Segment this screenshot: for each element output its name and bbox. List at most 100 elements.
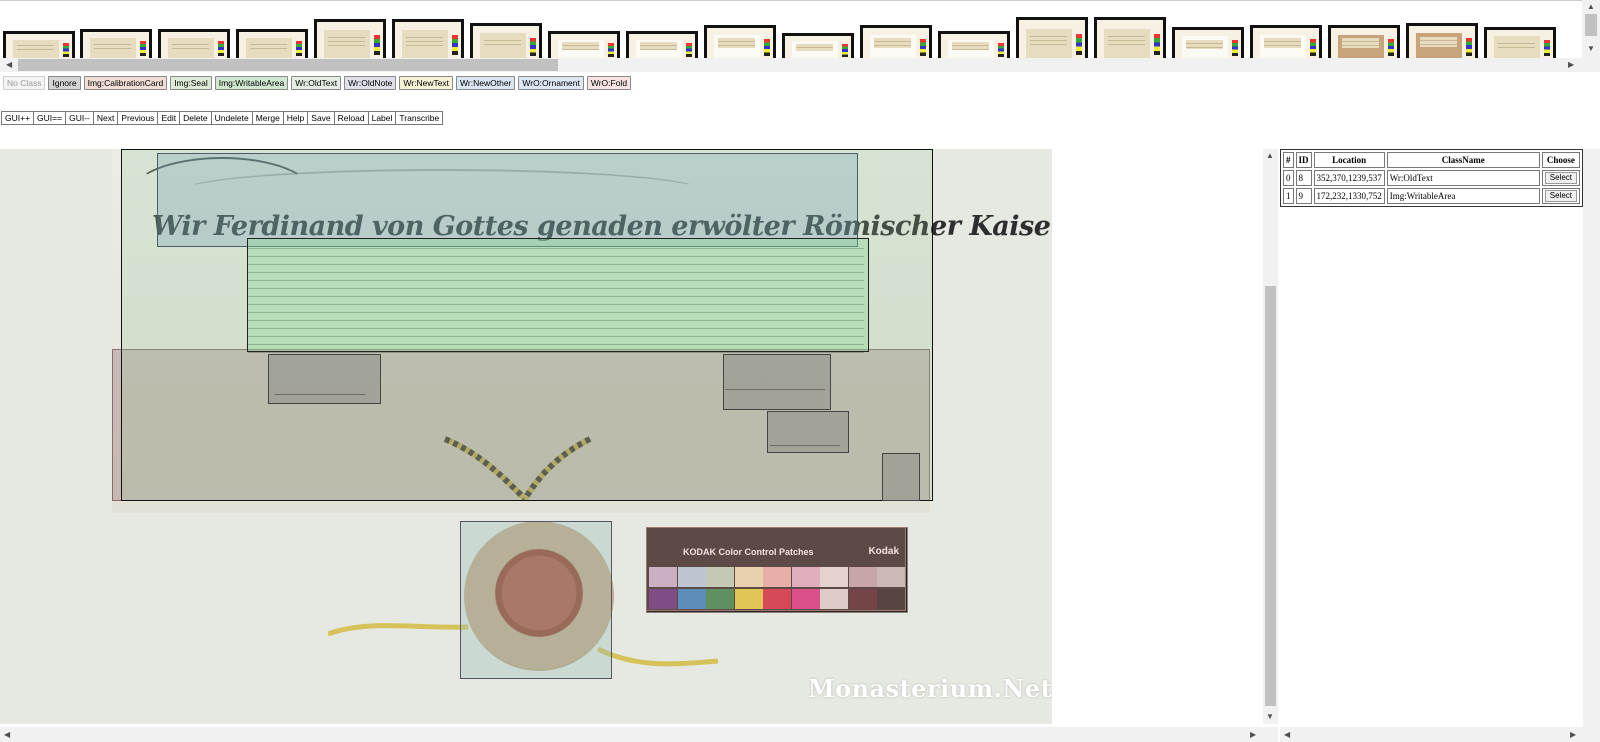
thumb-1[interactable]: [3, 31, 75, 59]
toolbar-button-next[interactable]: Next: [92, 111, 119, 125]
class-button-no-class[interactable]: No Class: [3, 76, 46, 90]
thumbnail-image: [479, 33, 526, 59]
toolbar-button-guieqeq[interactable]: GUI==: [33, 111, 67, 125]
thumb-5[interactable]: [314, 19, 386, 59]
old-text-region[interactable]: [247, 238, 869, 352]
thumbnail-image: [1493, 36, 1540, 59]
ornament-region[interactable]: [157, 153, 858, 247]
thumbnail-image: [1259, 34, 1306, 59]
toolbar-button-merge[interactable]: Merge: [251, 111, 284, 125]
select-button[interactable]: Select: [1544, 190, 1577, 202]
panel-horizontal-scrollbar[interactable]: ◀ ▶: [1280, 727, 1583, 742]
toolbar-button-label[interactable]: Label: [367, 111, 397, 125]
thumbnail-image: [1337, 34, 1384, 59]
thumb-20[interactable]: [1484, 27, 1556, 59]
select-button[interactable]: Select: [1544, 172, 1577, 184]
thumbnail-image: [89, 37, 136, 59]
thumb-16[interactable]: [1172, 27, 1244, 59]
row-location: 172,232,1330,752: [1313, 188, 1385, 204]
class-button-wr-oldtext[interactable]: Wr:OldText: [291, 76, 342, 90]
old-note-region[interactable]: [767, 411, 849, 453]
class-button-wr-newother[interactable]: Wr:NewOther: [456, 76, 516, 90]
toolbar-button-undelete[interactable]: Undelete: [210, 111, 253, 125]
color-bar-icon: [1543, 40, 1551, 57]
toolbar-button-guiplusplus[interactable]: GUI++: [1, 111, 35, 125]
thumbnail-image: [635, 39, 682, 59]
color-bar-icon: [451, 34, 459, 56]
thumb-13[interactable]: [938, 31, 1010, 59]
thumbnail-image: [869, 34, 916, 59]
thumb-6[interactable]: [392, 19, 464, 59]
class-button-wro-ornament[interactable]: WrO:Ornament: [518, 76, 584, 90]
toolbar-button-delete[interactable]: Delete: [179, 111, 212, 125]
scrollbar-thumb[interactable]: [1585, 14, 1597, 36]
thumb-12[interactable]: [860, 25, 932, 59]
thumb-9[interactable]: [626, 31, 698, 59]
class-button-ignore[interactable]: Ignore: [48, 76, 81, 90]
scroll-up-icon[interactable]: ▲: [1266, 151, 1274, 161]
color-bar-icon: [295, 41, 303, 57]
col-id-header: ID: [1295, 152, 1312, 168]
scroll-down-icon[interactable]: ▼: [1266, 712, 1274, 722]
scroll-down-icon[interactable]: ▼: [1587, 44, 1595, 54]
thumb-4[interactable]: [236, 29, 308, 59]
scroll-left-icon[interactable]: ◀: [6, 60, 12, 70]
thumbnail-horizontal-scrollbar[interactable]: ◀ ▶: [0, 58, 1582, 72]
scrollbar-thumb[interactable]: [1265, 286, 1276, 706]
thumb-18[interactable]: [1328, 25, 1400, 59]
row-id: 8: [1295, 170, 1312, 186]
viewer-vertical-scrollbar[interactable]: ▲ ▼: [1263, 149, 1278, 724]
seal-region[interactable]: [460, 521, 612, 679]
thumbnail-image: [1415, 33, 1462, 59]
scroll-left-icon[interactable]: ◀: [1284, 730, 1290, 740]
thumb-11[interactable]: [782, 33, 854, 59]
old-note-region[interactable]: [268, 354, 381, 404]
thumb-10[interactable]: [704, 25, 776, 59]
scrollbar-thumb[interactable]: [18, 59, 558, 71]
toolbar-button-help[interactable]: Help: [282, 111, 309, 125]
toolbar-button-previous[interactable]: Previous: [117, 111, 159, 125]
scroll-right-icon[interactable]: ▶: [1568, 60, 1574, 70]
toolbar-button-reload[interactable]: Reload: [333, 111, 369, 125]
thumb-8[interactable]: [548, 31, 620, 59]
class-button-img-writablearea[interactable]: Img:WritableArea: [214, 76, 289, 90]
scroll-right-icon[interactable]: ▶: [1250, 730, 1256, 740]
row-classname: Img:WritableArea: [1386, 188, 1540, 204]
color-bar-icon: [841, 44, 849, 57]
class-button-wr-newtext[interactable]: Wr:NewText: [399, 76, 454, 90]
viewer-horizontal-scrollbar[interactable]: ◀ ▶: [0, 727, 1278, 742]
color-bar-icon: [62, 42, 70, 57]
class-button-img-seal[interactable]: Img:Seal: [170, 76, 212, 90]
thumb-15[interactable]: [1094, 17, 1166, 59]
thumbnail-image: [167, 37, 214, 59]
class-button-wr-oldnote[interactable]: Wr:OldNote: [344, 76, 397, 90]
thumb-3[interactable]: [158, 29, 230, 59]
thumb-7[interactable]: [470, 23, 542, 59]
row-classname: Wr:OldText: [1386, 170, 1540, 186]
old-note-region[interactable]: [882, 453, 920, 501]
toolbar-button-save[interactable]: Save: [307, 111, 335, 125]
thumb-19[interactable]: [1406, 23, 1478, 59]
toolbar-button-edit[interactable]: Edit: [157, 111, 181, 125]
class-button-wro-fold[interactable]: WrO:Fold: [586, 76, 632, 90]
thumbnail-vertical-scrollbar[interactable]: ▲ ▼: [1582, 0, 1600, 72]
calibration-card-region[interactable]: [646, 527, 906, 611]
table-row: 0 8 352,370,1239,537 Wr:OldText Select: [1283, 170, 1580, 186]
image-viewer[interactable]: Wir Ferdinand von Gottes genaden erwölte…: [0, 149, 1256, 727]
scroll-right-icon[interactable]: ▶: [1570, 730, 1576, 740]
panel-vertical-scrollbar[interactable]: [1583, 149, 1600, 742]
toolbar-button-guiminusminus[interactable]: GUI--: [65, 111, 94, 125]
thumb-2[interactable]: [80, 29, 152, 59]
regions-table: # ID Location ClassName Choose 0 8 352,3…: [1280, 149, 1583, 207]
old-note-region[interactable]: [723, 354, 831, 410]
scroll-left-icon[interactable]: ◀: [4, 730, 10, 740]
thumb-17[interactable]: [1250, 25, 1322, 59]
color-bar-icon: [763, 38, 771, 56]
toolbar-button-transcribe[interactable]: Transcribe: [395, 111, 444, 125]
color-bar-icon: [919, 38, 927, 56]
col-index-header: #: [1283, 152, 1294, 168]
thumb-14[interactable]: [1016, 17, 1088, 59]
scroll-up-icon[interactable]: ▲: [1587, 2, 1595, 12]
row-choose-cell: Select: [1541, 188, 1580, 204]
class-button-img-calibrationcard[interactable]: Img:CalibrationCard: [83, 76, 168, 90]
